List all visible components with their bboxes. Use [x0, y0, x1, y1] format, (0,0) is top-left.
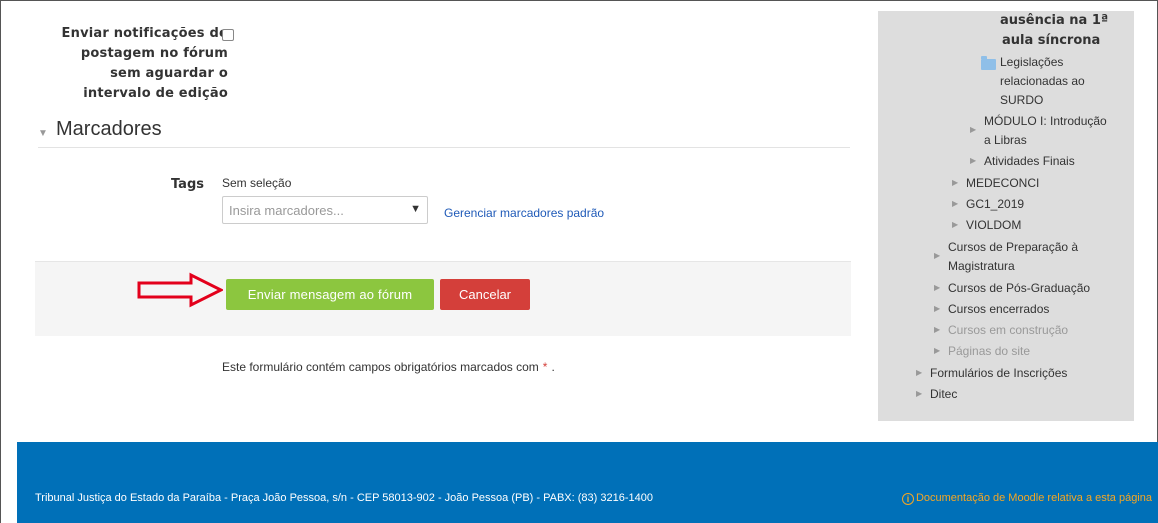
nav-item-medeconci[interactable]: MEDECONCI [966, 173, 1039, 193]
caret-right-icon: ▶ [934, 251, 941, 260]
caret-right-icon: ▶ [934, 346, 941, 355]
nav-bold-line[interactable]: aula síncrona [1002, 31, 1100, 51]
caret-right-icon: ▶ [970, 125, 977, 134]
nav-item-violdom[interactable]: VIOLDOM [966, 215, 1021, 235]
notify-label-line: sem aguardar o [110, 66, 228, 81]
nav-item-encerrados[interactable]: Cursos encerrados [948, 299, 1049, 319]
required-note: Este formulário contém campos obrigatóri… [222, 360, 555, 374]
nav-item-legislacoes[interactable]: relacionadas ao [1000, 71, 1085, 91]
notify-label-line: Enviar notificações de [61, 26, 228, 41]
nav-bold-line[interactable]: ausência na 1ª [1000, 11, 1108, 31]
nav-item-gc1[interactable]: GC1_2019 [966, 194, 1024, 214]
submit-post-button[interactable]: Enviar mensagem ao fórum [226, 279, 434, 310]
nav-item-pos-graduacao[interactable]: Cursos de Pós-Graduação [948, 278, 1090, 298]
navigation-block: ausência na 1ª aula síncrona Legislações… [878, 11, 1134, 421]
nav-item-formularios[interactable]: Formulários de Inscrições [930, 363, 1067, 383]
nav-item-ditec[interactable]: Ditec [930, 384, 957, 404]
caret-down-icon: ▼ [38, 128, 48, 139]
section-title: Marcadores [56, 118, 162, 140]
folder-icon [981, 56, 996, 70]
nav-item-preparacao[interactable]: Magistratura [948, 256, 1015, 276]
nav-item-legislacoes[interactable]: SURDO [1000, 90, 1043, 110]
cancel-button[interactable]: Cancelar [440, 279, 530, 310]
caret-right-icon: ▶ [952, 220, 959, 229]
nav-item-preparacao[interactable]: Cursos de Preparação à [948, 237, 1078, 257]
moodle-docs-link[interactable]: i Documentação de Moodle relativa a esta … [901, 492, 1152, 505]
required-note-text: Este formulário contém campos obrigatóri… [222, 360, 539, 374]
manage-tags-link[interactable]: Gerenciar marcadores padrão [444, 206, 604, 220]
caret-right-icon: ▶ [934, 283, 941, 292]
required-note-end: . [551, 360, 555, 374]
moodle-docs-link-text: Documentação de Moodle relativa a esta p… [915, 492, 1152, 504]
footer: Tribunal Justiça do Estado da Paraíba - … [17, 442, 1158, 523]
arrow-right-icon [137, 272, 223, 308]
info-icon: i [901, 493, 914, 505]
caret-right-icon: ▶ [952, 199, 959, 208]
caret-right-icon: ▶ [934, 304, 941, 313]
caret-right-icon: ▶ [934, 325, 941, 334]
section-header-marcadores[interactable]: ▼ Marcadores [38, 118, 850, 148]
notify-label: Enviar notificações de postagem no fórum… [28, 24, 228, 104]
footer-address: Tribunal Justiça do Estado da Paraíba - … [35, 492, 653, 504]
notify-label-line: postagem no fórum [80, 46, 228, 61]
tags-no-selection: Sem seleção [222, 176, 292, 190]
caret-right-icon: ▶ [970, 156, 977, 165]
nav-item-modulo[interactable]: MÓDULO I: Introdução [984, 111, 1107, 131]
notify-label-line: intervalo de edição [83, 86, 228, 101]
nav-item-atividades[interactable]: Atividades Finais [984, 151, 1075, 171]
tags-input[interactable]: Insira marcadores... ▼ [222, 196, 428, 224]
caret-right-icon: ▶ [916, 368, 923, 377]
nav-item-construcao[interactable]: Cursos em construção [948, 320, 1068, 340]
nav-item-legislacoes[interactable]: Legislações [1000, 52, 1063, 72]
required-star-icon: * [542, 360, 548, 374]
tags-placeholder: Insira marcadores... [229, 203, 344, 218]
nav-item-paginas[interactable]: Páginas do site [948, 341, 1030, 361]
notify-checkbox[interactable] [222, 29, 234, 41]
notify-row: Enviar notificações de postagem no fórum… [20, 24, 540, 104]
nav-item-modulo[interactable]: a Libras [984, 130, 1027, 150]
caret-right-icon: ▶ [916, 389, 923, 398]
caret-right-icon: ▶ [952, 178, 959, 187]
chevron-down-icon[interactable]: ▼ [410, 203, 421, 215]
tags-label: Tags [170, 177, 204, 192]
